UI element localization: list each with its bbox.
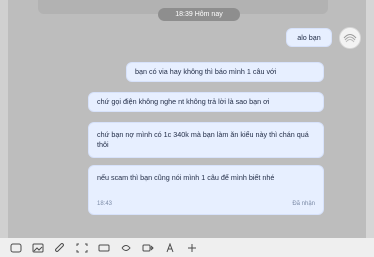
- image-icon[interactable]: [32, 243, 44, 253]
- message-bubble[interactable]: nếu scam thì bạn cũng nói mình 1 câu để …: [88, 165, 324, 215]
- chat-area: 18:39 Hôm nay alo bạn bạn có via hay khô…: [8, 0, 366, 257]
- message-bubble[interactable]: chứ bạn nợ mình có 1c 340k mà bạn làm ăn…: [88, 122, 324, 158]
- message-text: alo bạn: [297, 32, 321, 42]
- left-panel-edge: [0, 0, 8, 257]
- message-status: Đã nhận: [292, 201, 315, 207]
- message-toolbar: [0, 238, 374, 257]
- time-divider: 18:39 Hôm nay: [158, 8, 240, 21]
- forward-icon[interactable]: [142, 243, 154, 253]
- avatar-image: [341, 29, 359, 47]
- message-text: bạn có via hay không thì báo mình 1 câu …: [135, 67, 277, 76]
- more-icon[interactable]: [186, 243, 198, 253]
- font-icon[interactable]: [164, 242, 176, 253]
- right-panel-edge: [366, 0, 374, 257]
- screenshot-icon[interactable]: [76, 243, 88, 253]
- message-meta: 18:43 Đã nhận: [97, 199, 315, 209]
- avatar[interactable]: [339, 27, 361, 49]
- attachment-icon[interactable]: [54, 242, 66, 253]
- message-text: nếu scam thì bạn cũng nói mình 1 câu để …: [97, 173, 275, 182]
- message-text: chứ bạn nợ mình có 1c 340k mà bạn làm ăn…: [97, 130, 309, 149]
- sticker-icon[interactable]: [10, 243, 22, 253]
- format-icon[interactable]: [120, 243, 132, 253]
- message-bubble[interactable]: alo bạn: [286, 28, 332, 47]
- message-time: 18:43: [97, 201, 113, 207]
- card-icon[interactable]: [98, 243, 110, 253]
- message-bubble[interactable]: bạn có via hay không thì báo mình 1 câu …: [126, 62, 324, 82]
- message-text: chứ gọi điện không nghe nt không trả lời…: [97, 97, 270, 106]
- message-bubble[interactable]: chứ gọi điện không nghe nt không trả lời…: [88, 92, 324, 112]
